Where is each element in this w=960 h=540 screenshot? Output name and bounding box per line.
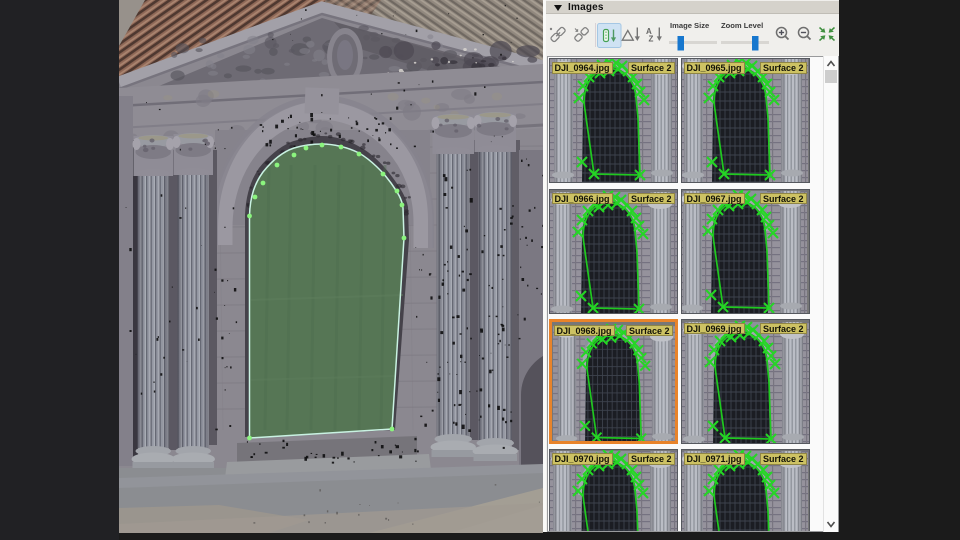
svg-text:Zoom Level: Zoom Level <box>721 21 763 30</box>
svg-text:Z: Z <box>649 35 654 44</box>
svg-text:Image Size: Image Size <box>670 21 709 30</box>
